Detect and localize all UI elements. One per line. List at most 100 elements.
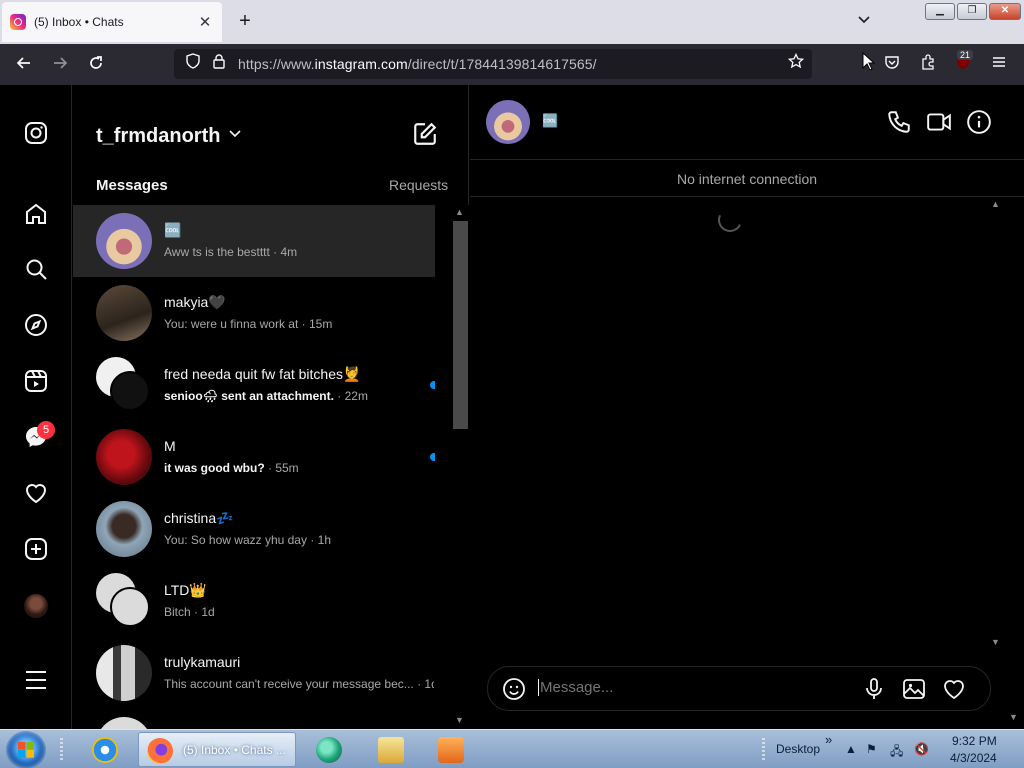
mouse-cursor-icon xyxy=(858,51,880,74)
app-menu-hamburger-icon[interactable] xyxy=(988,54,1010,76)
scroll-up-arrow-icon[interactable]: ▲ xyxy=(455,207,464,217)
scroll-up-arrow-icon[interactable]: ▲ xyxy=(991,199,1000,209)
like-heart-icon[interactable] xyxy=(942,677,966,701)
restore-button[interactable]: ❐ xyxy=(957,3,987,20)
search-icon[interactable] xyxy=(22,255,50,283)
padlock-icon[interactable] xyxy=(208,53,230,75)
avatar xyxy=(96,501,152,557)
group-avatar xyxy=(96,357,152,413)
conversation-avatar[interactable] xyxy=(486,100,530,144)
notifications-heart-icon[interactable] xyxy=(22,479,50,507)
add-photo-image-icon[interactable] xyxy=(902,677,926,701)
desktop-toolbar-label[interactable]: Desktop xyxy=(776,742,820,756)
reels-icon[interactable] xyxy=(22,367,50,395)
chevron-down-icon[interactable] xyxy=(229,127,241,142)
conversation-info-icon[interactable] xyxy=(966,109,992,135)
requests-link[interactable]: Requests xyxy=(389,177,448,193)
avatar xyxy=(96,429,152,485)
chat-preview: This account can't receive your message … xyxy=(164,677,434,691)
toolbar-chevron[interactable]: » xyxy=(825,732,832,747)
url-bar[interactable]: https://www.instagram.com/direct/t/17844… xyxy=(174,49,812,79)
tab-close-icon[interactable]: ✕ xyxy=(196,13,214,31)
close-window-button[interactable]: ✕ xyxy=(989,3,1021,20)
list-all-tabs-chevron-icon[interactable] xyxy=(855,12,873,30)
chat-row[interactable] xyxy=(73,709,435,729)
loading-spinner-icon xyxy=(714,204,746,236)
chat-row[interactable]: LTD👑 Bitch · 1d xyxy=(73,565,435,637)
taskbar-media-player[interactable] xyxy=(424,732,480,767)
bookmark-star-icon[interactable] xyxy=(785,52,807,75)
account-switcher[interactable]: t_frmdanorth xyxy=(96,125,220,148)
browser-tab-inbox[interactable]: (5) Inbox • Chats ✕ xyxy=(2,2,222,42)
network-icon[interactable]: 🖧 xyxy=(890,742,903,763)
forward-arrow-icon[interactable] xyxy=(49,54,71,76)
message-input[interactable] xyxy=(538,679,838,696)
connection-status-banner: No internet connection xyxy=(470,161,1024,197)
create-plus-icon[interactable] xyxy=(22,535,50,563)
avatar xyxy=(96,285,152,341)
conversation-name[interactable]: 🆒 xyxy=(542,113,558,129)
instagram-logo-icon[interactable] xyxy=(22,119,50,147)
chat-rows: 🆒 Aww ts is the bestttt · 4m makyia🖤 You… xyxy=(73,205,435,729)
emoji-smiley-icon[interactable] xyxy=(502,677,526,701)
chat-name: 🆒 xyxy=(164,222,182,238)
taskbar-firefox-inbox[interactable]: (5) Inbox • Chats ... xyxy=(138,732,296,767)
new-message-compose-icon[interactable] xyxy=(412,121,438,147)
chat-preview: senioo🌧 sent an attachment. · 22m xyxy=(164,389,368,403)
group-avatar xyxy=(96,573,152,629)
scroll-down-arrow-icon[interactable]: ▼ xyxy=(455,715,464,725)
home-icon[interactable] xyxy=(22,200,50,228)
page-scroll-down-arrow-icon[interactable]: ▼ xyxy=(1009,712,1018,722)
volume-muted-icon[interactable]: 🔇 xyxy=(914,742,929,756)
messages-heading: Messages xyxy=(96,177,168,194)
scroll-down-arrow-icon[interactable]: ▼ xyxy=(991,637,1000,647)
chat-row[interactable]: makyia🖤 You: were u finna work at · 15m xyxy=(73,277,435,349)
voice-microphone-icon[interactable] xyxy=(862,677,886,701)
pocket-icon[interactable] xyxy=(881,54,903,76)
new-tab-button[interactable]: + xyxy=(234,10,256,32)
instagram-nav-rail: 5 xyxy=(0,85,72,729)
conversation-scrollbar[interactable]: ▲ ▼ xyxy=(988,197,1006,651)
unread-dot xyxy=(430,381,435,389)
browser-toolbar: https://www.instagram.com/direct/t/17844… xyxy=(0,44,1024,85)
chat-row[interactable]: christina💤 You: So how wazz yhu day · 1h xyxy=(73,493,435,565)
video-call-icon[interactable] xyxy=(926,109,952,135)
browser-tab-strip: (5) Inbox • Chats ✕ + ▁ ❐ ✕ xyxy=(0,0,1024,44)
profile-avatar[interactable] xyxy=(24,594,48,618)
chat-row-active[interactable]: 🆒 Aww ts is the bestttt · 4m xyxy=(73,205,435,277)
chat-row[interactable]: M it was good wbu? · 55m xyxy=(73,421,435,493)
extensions-puzzle-icon[interactable] xyxy=(917,54,939,76)
taskbar-chat-app[interactable] xyxy=(302,732,358,767)
instagram-favicon-icon xyxy=(10,14,26,30)
reload-icon[interactable] xyxy=(85,54,107,76)
show-hidden-icons-arrow-icon[interactable]: ▲ xyxy=(845,742,857,756)
chat-name: LTD👑 xyxy=(164,582,207,598)
tracking-shield-icon[interactable] xyxy=(182,53,204,75)
chat-preview: Bitch · 1d xyxy=(164,605,215,619)
more-menu-icon[interactable] xyxy=(22,666,50,694)
action-center-flag-icon[interactable]: ⚑ xyxy=(866,742,877,756)
chat-row[interactable]: fred needa quit fw fat bitches💆 senioo🌧 … xyxy=(73,349,435,421)
taskbar-file-explorer[interactable] xyxy=(364,732,420,767)
tab-title: (5) Inbox • Chats xyxy=(34,15,124,29)
folder-icon xyxy=(378,737,404,763)
unread-dot xyxy=(430,453,435,461)
chat-list-scrollbar[interactable]: ▲ ▼ xyxy=(452,205,469,729)
window-controls: ▁ ❐ ✕ xyxy=(925,3,1021,20)
explore-compass-icon[interactable] xyxy=(22,311,50,339)
audio-call-phone-icon[interactable] xyxy=(886,109,912,135)
start-button[interactable] xyxy=(6,731,46,768)
taskbar-internet-explorer[interactable] xyxy=(80,732,132,767)
chat-name: christina💤 xyxy=(164,510,234,526)
chat-preview: You: So how wazz yhu day · 1h xyxy=(164,533,331,547)
chat-name: M xyxy=(164,438,176,454)
clock-date[interactable]: 4/3/2024 xyxy=(950,751,997,765)
chat-list-panel: t_frmdanorth Messages Requests 🆒 Aww ts … xyxy=(73,85,469,729)
minimize-button[interactable]: ▁ xyxy=(925,3,955,20)
scrollbar-thumb[interactable] xyxy=(453,221,468,429)
avatar xyxy=(96,645,152,701)
internet-explorer-icon xyxy=(92,737,118,763)
clock-time[interactable]: 9:32 PM xyxy=(952,734,997,748)
chat-row[interactable]: trulykamauri This account can't receive … xyxy=(73,637,435,709)
back-arrow-icon[interactable] xyxy=(13,54,35,76)
